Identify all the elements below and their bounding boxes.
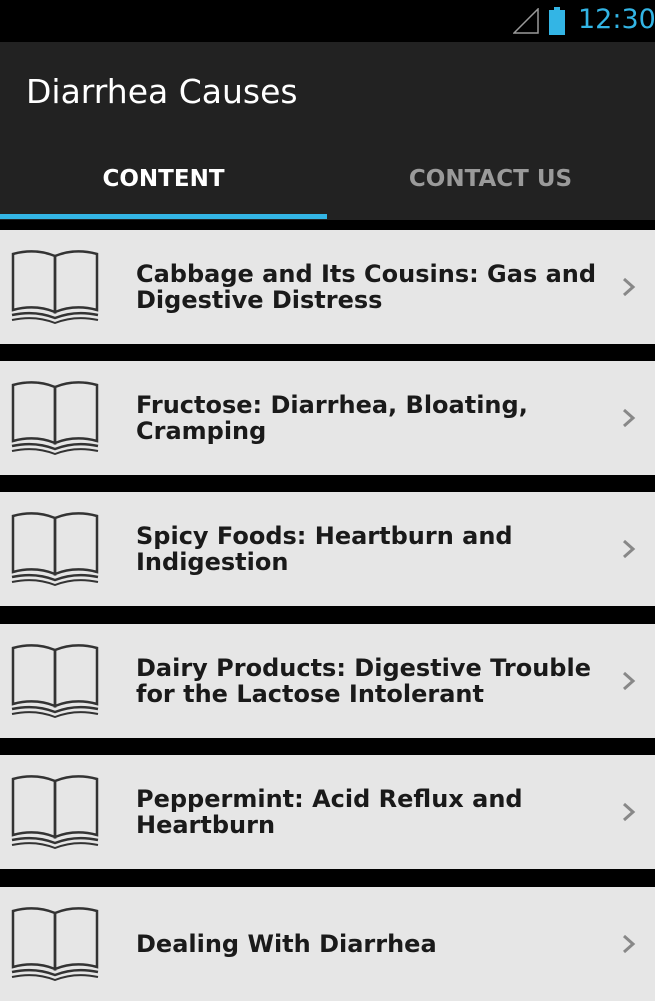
signal-icon [513,8,539,34]
chevron-right-icon [623,802,636,822]
book-icon [11,644,99,718]
battery-icon [549,7,565,35]
book-icon [11,512,99,586]
list-item-label: Cabbage and Its Cousins: Gas and Digesti… [136,260,597,314]
list-item-label: Fructose: Diarrhea, Bloating, Cramping [136,391,528,445]
list-item-label: Dealing With Diarrhea [136,930,437,958]
status-bar: 12:30 [0,0,655,42]
list-item[interactable]: Spicy Foods: Heartburn and Indigestion [0,492,655,606]
list-item-label: Dairy Products: Digestive Trouble for th… [136,654,591,708]
tab-contact-us[interactable]: CONTACT US [327,154,654,218]
tab-content[interactable]: CONTENT [0,154,327,218]
book-icon [11,381,99,455]
status-clock: 12:30 [578,4,655,35]
list-item-label: Spicy Foods: Heartburn and Indigestion [136,522,513,576]
book-icon [11,775,99,849]
action-bar: Diarrhea Causes CONTENT CONTACT US [0,42,655,220]
book-icon [11,907,99,981]
chevron-right-icon [623,277,636,297]
chevron-right-icon [623,539,636,559]
book-icon [11,250,99,324]
list-item[interactable]: Peppermint: Acid Reflux and Heartburn [0,755,655,869]
list-item[interactable]: Fructose: Diarrhea, Bloating, Cramping [0,361,655,475]
app-title: Diarrhea Causes [26,72,298,111]
list-item[interactable]: Dairy Products: Digestive Trouble for th… [0,624,655,738]
chevron-right-icon [623,671,636,691]
chevron-right-icon [623,934,636,954]
list-item[interactable]: Cabbage and Its Cousins: Gas and Digesti… [0,230,655,344]
chevron-right-icon [623,408,636,428]
tab-selected-indicator [0,214,327,219]
list-item-label: Peppermint: Acid Reflux and Heartburn [136,785,523,839]
list-item[interactable]: Dealing With Diarrhea [0,887,655,1001]
